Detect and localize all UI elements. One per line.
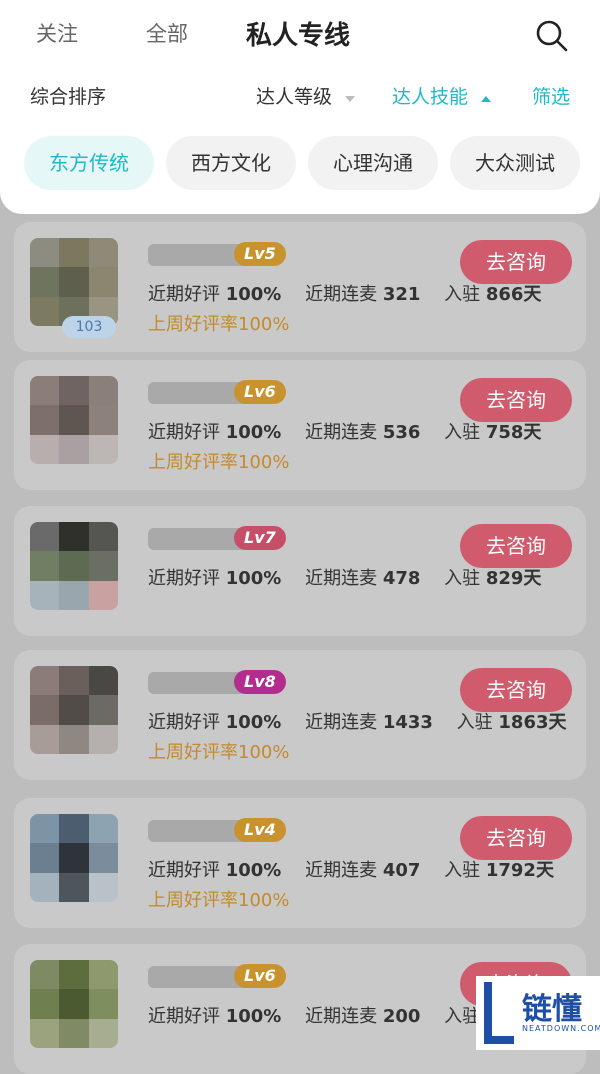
mic-value: 478 xyxy=(382,568,421,589)
mic-value: 536 xyxy=(382,422,421,443)
join-value: 829天 xyxy=(485,568,542,589)
level-badge: Lv8 xyxy=(234,670,286,694)
sort-row: 综合排序 达人等级 达人技能 筛选 xyxy=(0,78,600,114)
praise-label: 近期好评 xyxy=(148,568,220,589)
weekly-rating: 上周好评率100% xyxy=(148,314,290,335)
watermark-title: 链懂 xyxy=(522,992,582,1027)
level-badge: Lv4 xyxy=(234,818,286,842)
tab-all[interactable]: 全部 xyxy=(146,18,188,48)
join-value: 1863天 xyxy=(498,712,567,733)
expert-card[interactable]: Lv8 去咨询 近期好评 100% 近期连麦 1433 入驻 1863天 上周好… xyxy=(14,650,586,780)
stats-row: 近期好评 100% 近期连麦 478 入驻 829天 xyxy=(148,564,559,590)
weekly-rating: 上周好评率100% xyxy=(148,890,290,911)
filter-button[interactable]: 筛选 xyxy=(532,82,570,109)
mic-value: 321 xyxy=(382,284,421,305)
join-value: 1792天 xyxy=(485,860,554,881)
stats-row: 近期好评 100% 近期连麦 321 入驻 866天 xyxy=(148,280,559,306)
sort-level-label: 达人等级 xyxy=(256,86,333,108)
mic-label: 近期连麦 xyxy=(305,568,378,589)
top-nav: 关注 全部 私人专线 xyxy=(0,0,600,70)
mic-label: 近期连麦 xyxy=(305,284,378,305)
expert-list: 103 Lv5 去咨询 近期好评 100% 近期连麦 321 入驻 866天 上… xyxy=(0,214,600,1074)
praise-value: 100% xyxy=(225,712,282,733)
praise-label: 近期好评 xyxy=(148,712,220,733)
mic-label: 近期连麦 xyxy=(305,712,378,733)
chip-public-test[interactable]: 大众测试 xyxy=(450,136,580,190)
watermark-logo-icon xyxy=(484,982,514,1044)
expert-card[interactable]: Lv7 去咨询 近期好评 100% 近期连麦 478 入驻 829天 xyxy=(14,506,586,636)
join-label: 入驻 xyxy=(444,568,481,589)
stats-row: 近期好评 100% 近期连麦 407 入驻 1792天 xyxy=(148,856,572,882)
stats-row: 近期好评 100% 近期连麦 1433 入驻 1863天 xyxy=(148,708,585,734)
praise-value: 100% xyxy=(225,422,282,443)
praise-value: 100% xyxy=(225,860,282,881)
chip-western-culture[interactable]: 西方文化 xyxy=(166,136,296,190)
sort-skill[interactable]: 达人技能 xyxy=(392,82,492,109)
level-badge: Lv5 xyxy=(234,242,286,266)
mic-value: 407 xyxy=(382,860,421,881)
join-label: 入驻 xyxy=(444,860,481,881)
caret-up-icon xyxy=(480,87,492,109)
weekly-rating: 上周好评率100% xyxy=(148,452,290,473)
praise-label: 近期好评 xyxy=(148,1006,220,1027)
consult-button[interactable]: 去咨询 xyxy=(460,240,572,284)
avatar xyxy=(30,376,118,464)
join-label: 入驻 xyxy=(456,712,493,733)
sort-default[interactable]: 综合排序 xyxy=(30,82,106,109)
consult-button[interactable]: 去咨询 xyxy=(460,816,572,860)
weekly-rating: 上周好评率100% xyxy=(148,742,290,763)
chip-psychology[interactable]: 心理沟通 xyxy=(308,136,438,190)
avatar xyxy=(30,238,118,326)
avatar xyxy=(30,814,118,902)
join-label: 入驻 xyxy=(444,284,481,305)
avatar xyxy=(30,960,118,1048)
category-chips: 东方传统 西方文化 心理沟通 大众测试 xyxy=(0,136,600,190)
caret-down-icon xyxy=(344,87,356,109)
sort-skill-label: 达人技能 xyxy=(392,86,469,108)
mic-label: 近期连麦 xyxy=(305,422,378,443)
consult-button[interactable]: 去咨询 xyxy=(460,668,572,712)
mic-label: 近期连麦 xyxy=(305,1006,378,1027)
mic-value: 200 xyxy=(382,1006,421,1027)
join-value: 866天 xyxy=(485,284,542,305)
mic-value: 1433 xyxy=(382,712,433,733)
stats-row: 近期好评 100% 近期连麦 200 入驻 xyxy=(148,1002,498,1028)
watermark-subtitle: NEATDOWN.COM xyxy=(522,1024,600,1033)
praise-label: 近期好评 xyxy=(148,860,220,881)
tab-private-line[interactable]: 私人专线 xyxy=(246,15,350,52)
join-value: 758天 xyxy=(485,422,542,443)
avatar xyxy=(30,666,118,754)
expert-card[interactable]: Lv4 去咨询 近期好评 100% 近期连麦 407 入驻 1792天 上周好评… xyxy=(14,798,586,928)
praise-label: 近期好评 xyxy=(148,284,220,305)
consult-button[interactable]: 去咨询 xyxy=(460,524,572,568)
sort-level[interactable]: 达人等级 xyxy=(256,82,356,109)
stats-row: 近期好评 100% 近期连麦 536 入驻 758天 xyxy=(148,418,559,444)
expert-card[interactable]: Lv6 去咨询 近期好评 100% 近期连麦 536 入驻 758天 上周好评率… xyxy=(14,360,586,490)
status-badge: 103 xyxy=(62,316,116,338)
chip-eastern-traditional[interactable]: 东方传统 xyxy=(24,136,154,190)
level-badge: Lv7 xyxy=(234,526,286,550)
consult-button[interactable]: 去咨询 xyxy=(460,378,572,422)
join-label: 入驻 xyxy=(444,422,481,443)
mic-label: 近期连麦 xyxy=(305,860,378,881)
praise-value: 100% xyxy=(225,284,282,305)
praise-value: 100% xyxy=(225,568,282,589)
tab-follow[interactable]: 关注 xyxy=(36,18,78,48)
level-badge: Lv6 xyxy=(234,380,286,404)
level-badge: Lv6 xyxy=(234,964,286,988)
watermark: 链懂 NEATDOWN.COM xyxy=(476,976,600,1050)
top-sheet: 关注 全部 私人专线 综合排序 达人等级 达人技能 筛选 东方传统 西方文化 心… xyxy=(0,0,600,214)
praise-value: 100% xyxy=(225,1006,282,1027)
join-label: 入驻 xyxy=(444,1006,481,1027)
search-icon[interactable] xyxy=(534,18,568,52)
expert-card[interactable]: 103 Lv5 去咨询 近期好评 100% 近期连麦 321 入驻 866天 上… xyxy=(14,222,586,352)
avatar xyxy=(30,522,118,610)
praise-label: 近期好评 xyxy=(148,422,220,443)
